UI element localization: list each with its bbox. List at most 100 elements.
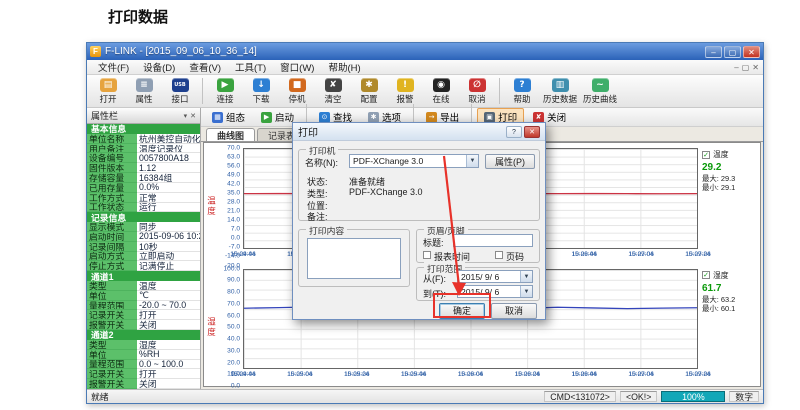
property-value: 0.0% bbox=[137, 183, 200, 193]
cancel-button[interactable]: ∅取消 bbox=[460, 78, 494, 105]
minimize-button[interactable]: – bbox=[705, 46, 722, 58]
temperature-series-checkbox[interactable]: ✓ bbox=[702, 151, 710, 159]
printer-name-combo[interactable]: PDF-XChange 3.0 ▼ bbox=[349, 154, 479, 168]
stop-icon: ■ bbox=[289, 78, 306, 92]
print-dialog-body: 打印机 名称(N): PDF-XChange 3.0 ▼ 属性(P) 状态: 准… bbox=[293, 141, 545, 319]
panel-close-icon[interactable]: ✕ bbox=[190, 112, 196, 120]
humidity-series-checkbox[interactable]: ✓ bbox=[702, 271, 710, 279]
page-number-checkbox[interactable] bbox=[495, 251, 503, 259]
toolbar-separator bbox=[499, 78, 500, 104]
y-tick-label: 90.0 bbox=[227, 277, 240, 284]
menu-item-1[interactable]: 设备(D) bbox=[136, 60, 182, 74]
chevron-down-icon[interactable]: ▼ bbox=[466, 155, 478, 167]
report-time-checkbox[interactable] bbox=[423, 251, 431, 259]
stop-button[interactable]: ■停机 bbox=[280, 78, 314, 105]
header-footer-group: 页眉/页脚 标题: 报表时间 页码 bbox=[416, 229, 540, 263]
download-button[interactable]: ↓下载 bbox=[244, 78, 278, 105]
cancel-icon: ∅ bbox=[469, 78, 486, 92]
toolbar-button-label: 取消 bbox=[468, 93, 485, 105]
toolbar-button-label: 下载 bbox=[252, 93, 269, 105]
history-curve-icon: ~ bbox=[592, 78, 609, 92]
status-progress-bar: 100% bbox=[661, 391, 725, 402]
toolbar-button-label: 历史曲线 bbox=[583, 93, 617, 105]
toolbar-button-label: 配置 bbox=[360, 93, 377, 105]
history-data-button[interactable]: ▥历史数据 bbox=[541, 78, 579, 105]
properties-panel-title: 属性栏 bbox=[91, 109, 118, 122]
toolbar-button-label: 清空 bbox=[324, 93, 341, 105]
configure-button[interactable]: ▦组态 bbox=[205, 108, 252, 126]
y-tick-label: 63.0 bbox=[227, 154, 240, 161]
menu-item-3[interactable]: 工具(T) bbox=[228, 60, 273, 74]
dialog-close-button[interactable]: ✕ bbox=[524, 126, 540, 138]
history-data-icon: ▥ bbox=[552, 78, 569, 92]
print-range-group: 打印范围 从(F): 2015/ 9/ 6 ▼ 到(T): 2015/ 9/ 6… bbox=[416, 267, 540, 301]
help-button[interactable]: ?帮助 bbox=[505, 78, 539, 105]
mdi-close-button[interactable]: ✕ bbox=[752, 63, 759, 72]
mdi-minimize-button[interactable]: – bbox=[734, 63, 738, 72]
properties-button[interactable]: ≡属性 bbox=[127, 78, 161, 105]
x-tick-time: 10:26:44 bbox=[572, 371, 597, 379]
start-icon: ▶ bbox=[261, 112, 272, 123]
menu-item-2[interactable]: 查看(V) bbox=[182, 60, 228, 74]
y-tick-label: 42.0 bbox=[227, 181, 240, 188]
online-button[interactable]: ◉在线 bbox=[424, 78, 458, 105]
y-tick-label: 7.0 bbox=[231, 226, 240, 233]
x-tick-time: 10:26:24 bbox=[515, 371, 540, 379]
y-tick-label: 60.0 bbox=[227, 312, 240, 319]
open-folder-button[interactable]: ▤打开 bbox=[91, 78, 125, 105]
properties-panel: 属性栏 ▾ ✕ 基本信息单位名称杭州美控自动化技术有限公司用户备注温度记录仪设备… bbox=[87, 108, 201, 389]
menu-item-4[interactable]: 窗口(W) bbox=[273, 60, 321, 74]
alarm-icon: ! bbox=[397, 78, 414, 92]
properties-rows: 基本信息单位名称杭州美控自动化技术有限公司用户备注温度记录仪设备编号005780… bbox=[87, 124, 200, 389]
property-section-header: 记录信息 bbox=[87, 212, 200, 222]
range-from-combo[interactable]: 2015/ 9/ 6 ▼ bbox=[457, 270, 533, 283]
printer-properties-button[interactable]: 属性(P) bbox=[485, 154, 535, 169]
chevron-down-icon[interactable]: ▼ bbox=[520, 271, 532, 282]
ok-button[interactable]: 确定 bbox=[439, 303, 485, 319]
menu-item-0[interactable]: 文件(F) bbox=[91, 60, 136, 74]
property-value: 0057800A18 bbox=[137, 153, 200, 163]
search-icon: ⊙ bbox=[319, 112, 330, 123]
cancel-button[interactable]: 取消 bbox=[491, 303, 537, 319]
y-tick-label: 0.0 bbox=[231, 383, 240, 390]
property-label: 报警开关 bbox=[87, 379, 137, 389]
humidity-stats: ✓ 湿度 61.7 最大: 63.2 最小: 60.1 bbox=[698, 269, 758, 387]
history-curve-button[interactable]: ~历史曲线 bbox=[581, 78, 619, 105]
mdi-restore-button[interactable]: ▢ bbox=[742, 63, 750, 72]
print-dialog-titlebar: 打印 ? ✕ bbox=[293, 123, 545, 141]
property-value: 打开 bbox=[137, 369, 200, 379]
print-content-list[interactable] bbox=[307, 238, 401, 279]
clear-button[interactable]: ✘清空 bbox=[316, 78, 350, 105]
maximize-button[interactable]: ▢ bbox=[724, 46, 741, 58]
toolbar-button-label: 关闭 bbox=[547, 110, 566, 124]
y-tick-label: 70.0 bbox=[227, 300, 240, 307]
printer-name-label: 名称(N): bbox=[305, 156, 338, 169]
config-button[interactable]: ✱配置 bbox=[352, 78, 386, 105]
title-input[interactable] bbox=[453, 234, 533, 247]
property-row: 启动方式立即启动 bbox=[87, 252, 200, 262]
tab-curve-chart[interactable]: 曲线图 bbox=[206, 128, 255, 141]
temperature-y-axis-ticks: 70.063.056.049.042.035.028.021.014.07.00… bbox=[217, 148, 243, 266]
connect-button[interactable]: ▶连接 bbox=[208, 78, 242, 105]
alarm-button[interactable]: !报警 bbox=[388, 78, 422, 105]
y-tick-label: 20.0 bbox=[227, 359, 240, 366]
chevron-down-icon[interactable]: ▼ bbox=[520, 286, 532, 297]
property-row: 单位%RH bbox=[87, 350, 200, 360]
property-value: 杭州美控自动化技术有限公司 bbox=[137, 134, 200, 144]
temperature-y-axis-title: 温度 bbox=[206, 148, 217, 266]
toolbar-button-label: 帮助 bbox=[513, 93, 530, 105]
dialog-help-button[interactable]: ? bbox=[506, 126, 522, 138]
range-to-combo[interactable]: 2015/ 9/ 6 ▼ bbox=[457, 285, 533, 298]
usb-port-button[interactable]: USB接口 bbox=[163, 78, 197, 105]
y-tick-label: 70.0 bbox=[227, 145, 240, 152]
menu-item-5[interactable]: 帮助(H) bbox=[321, 60, 367, 74]
panel-pin-icon[interactable]: ▾ bbox=[184, 112, 188, 120]
property-label: 量程范围 bbox=[87, 360, 137, 370]
temperature-series-label: 温度 bbox=[713, 149, 729, 160]
property-section-header: 通道1 bbox=[87, 271, 200, 281]
x-tick-time: 10:27:24 bbox=[686, 251, 711, 259]
title-field-label: 标题: bbox=[423, 236, 444, 249]
x-tick-time: 10:25:04 bbox=[287, 371, 312, 379]
close-button[interactable]: ✕ bbox=[743, 46, 760, 58]
status-bar: 就绪 CMD<131072> <OK!> 100% 数字 bbox=[87, 389, 763, 403]
